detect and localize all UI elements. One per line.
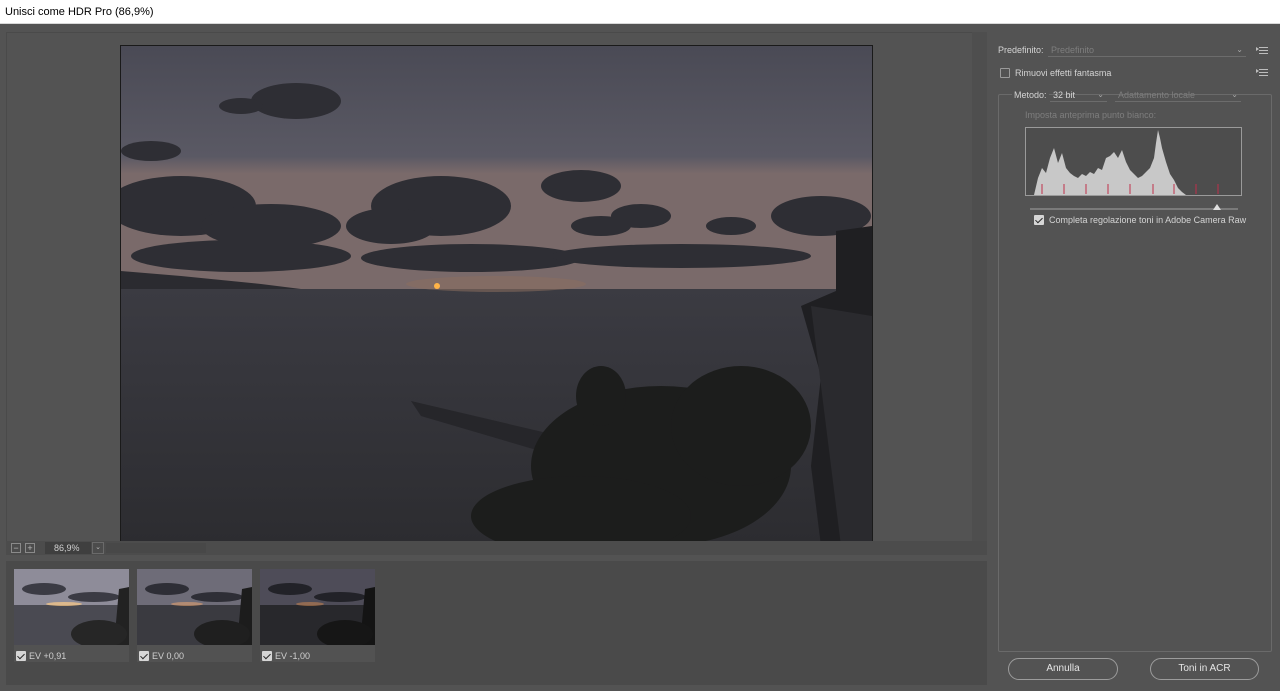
preset-label: Predefinito: [998,45,1044,55]
bit-depth-value: 32 bit [1053,90,1076,100]
thumbnail-image [137,569,252,645]
ghost-menu-icon[interactable] [1256,69,1268,77]
thumbnail-checkbox[interactable] [262,650,272,661]
preset-menu-icon[interactable] [1256,47,1268,55]
thumbnail-image [260,569,375,645]
thumbnail-ev-label: EV +0,91 [29,650,67,661]
source-thumbnail[interactable]: EV +0,91 [14,569,129,662]
preset-value: Predefinito [1051,45,1095,55]
preset-select[interactable]: Predefinito ⌄ [1048,44,1246,57]
thumbnail-image [14,569,129,645]
bit-depth-select[interactable]: 32 bit ⌄ [1050,89,1107,102]
preview-image[interactable] [120,45,873,547]
source-thumbnails: EV +0,91 EV 0,00 EV -1,00 [6,561,987,685]
thumbnail-ev-label: EV 0,00 [152,650,185,661]
chevron-down-icon: ⌄ [1236,45,1243,54]
remove-ghost-checkbox[interactable] [1000,68,1010,78]
white-point-slider-handle[interactable] [1213,204,1222,210]
window-title: Unisci come HDR Pro (86,9%) [0,0,1280,24]
zoom-level-field[interactable]: 86,9% [45,542,91,554]
zoom-track [106,543,206,553]
hdr-dialog: − + 86,9% ⌄ EV +0,91 EV 0,00 EV -1,00 Pr… [0,24,1280,691]
white-point-label: Imposta anteprima punto bianco: [1025,110,1157,120]
tone-in-acr-button[interactable]: Toni in ACR [1150,658,1259,680]
chevron-down-icon: ⌄ [1231,90,1238,99]
white-point-slider[interactable] [1030,208,1238,210]
acr-checkbox-label: Completa regolazione toni in Adobe Camer… [1049,215,1247,225]
zoom-in-button[interactable]: + [25,543,35,553]
method-value: Adattamento locale [1118,90,1196,100]
method-label: Metodo: [1014,90,1047,100]
chevron-down-icon[interactable]: ⌄ [92,542,104,554]
acr-checkbox[interactable] [1034,215,1044,225]
thumbnail-checkbox[interactable] [16,650,26,661]
zoom-bar: − + 86,9% ⌄ [6,541,987,555]
source-thumbnail[interactable]: EV 0,00 [137,569,252,662]
method-select[interactable]: Adattamento locale ⌄ [1115,89,1241,102]
source-thumbnail[interactable]: EV -1,00 [260,569,375,662]
options-panel: Predefinito: Predefinito ⌄ Rimuovi effet… [990,24,1280,691]
thumbnail-checkbox[interactable] [139,650,149,661]
preview-area [6,32,987,554]
zoom-out-button[interactable]: − [11,543,21,553]
cancel-button[interactable]: Annulla [1008,658,1118,680]
remove-ghost-label: Rimuovi effetti fantasma [1015,68,1112,78]
histogram [1025,127,1242,196]
chevron-down-icon: ⌄ [1097,90,1104,99]
preview-scrollbar[interactable] [972,32,987,554]
thumbnail-ev-label: EV -1,00 [275,650,311,661]
